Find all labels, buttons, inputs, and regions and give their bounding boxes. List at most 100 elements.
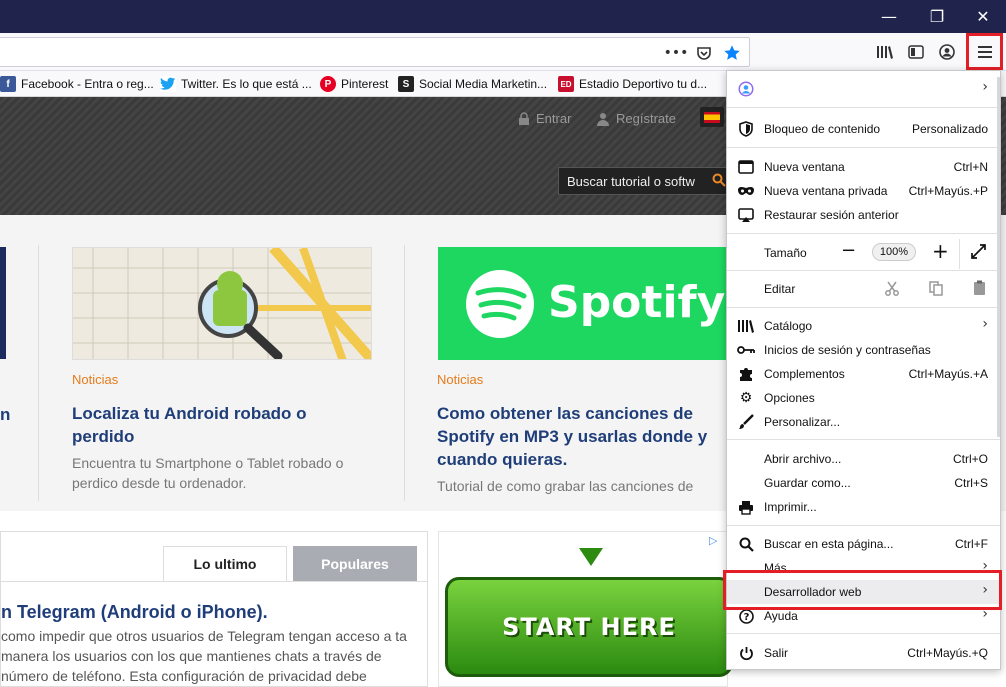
tab-latest[interactable]: Lo ultimo [163, 546, 287, 581]
menu-item-find[interactable]: Buscar en esta página... Ctrl+F [727, 532, 1000, 556]
bookmark-label: Estadio Deportivo tu d... [579, 77, 708, 91]
menu-separator [727, 107, 1000, 108]
menu-item-shortcut: Ctrl+F [955, 537, 988, 551]
more-icon: ••• [663, 45, 689, 61]
chevron-right-icon: › [982, 79, 988, 95]
bookmark-star-button[interactable] [723, 44, 741, 62]
language-selector[interactable] [700, 107, 724, 127]
bookmark-pinterest[interactable]: P Pinterest [320, 75, 388, 93]
bookmark-label: Facebook - Entra o reg... [21, 77, 154, 91]
sidebar-button[interactable] [905, 41, 927, 63]
tab-popular[interactable]: Populares [293, 546, 417, 581]
tab-label: Lo ultimo [193, 556, 257, 572]
article-title[interactable]: n Telegram (Android o iPhone). [1, 602, 268, 623]
menu-item-label: Ayuda [764, 609, 798, 623]
bookmark-facebook[interactable]: f Facebook - Entra o reg... [0, 75, 154, 93]
hamburger-icon [977, 45, 992, 58]
card-title-partial[interactable]: n [0, 403, 10, 426]
shield-icon [737, 120, 755, 138]
card-title[interactable]: Localiza tu Android robado o perdido [72, 402, 372, 448]
fullscreen-icon [971, 244, 986, 259]
maximize-button[interactable]: ❐ [914, 0, 960, 33]
search-placeholder: Buscar tutorial o softw [567, 174, 695, 189]
start-here-button[interactable]: START HERE [445, 577, 733, 677]
spotify-wordmark: Spotify [548, 277, 726, 328]
fullscreen-button[interactable] [971, 244, 986, 262]
account-button[interactable] [936, 41, 958, 63]
advertisement[interactable]: ▷ START HERE [438, 531, 733, 687]
menu-item-label: Nueva ventana privada [764, 184, 888, 198]
menu-item-label: Tamaño [764, 246, 807, 260]
menu-item-account[interactable]: › [727, 77, 1000, 103]
card-category[interactable]: Noticias [437, 372, 483, 387]
page-actions-button[interactable]: ••• [664, 44, 689, 62]
divider [1, 581, 427, 582]
register-link[interactable]: Regístrate [596, 111, 676, 126]
android-map-image[interactable] [72, 247, 372, 360]
menu-item-addons[interactable]: Complementos Ctrl+Mayús.+A [727, 362, 1000, 386]
bookmark-label: Social Media Marketin... [419, 77, 548, 91]
ad-choices-icon[interactable]: ▷ [709, 534, 717, 547]
menu-item-save-as[interactable]: Guardar como... Ctrl+S [727, 471, 1000, 495]
minimize-button[interactable]: — [866, 0, 912, 33]
nav-bar: ••• [0, 33, 1006, 71]
spain-flag-icon [704, 111, 720, 123]
new-window-icon [737, 158, 755, 176]
paste-button[interactable] [973, 280, 986, 299]
cut-button[interactable] [885, 281, 899, 299]
menu-item-content-blocking[interactable]: Bloqueo de contenido Personalizado [727, 117, 1000, 141]
bookmark-estadio-deportivo[interactable]: ED Estadio Deportivo tu d... [558, 75, 707, 93]
menu-item-logins[interactable]: Inicios de sesión y contraseñas [727, 338, 1000, 362]
svg-text:?: ? [743, 612, 749, 623]
pocket-button[interactable] [695, 44, 713, 62]
article-excerpt: como impedir que otros usuarios de Teleg… [1, 628, 407, 684]
spotify-image[interactable]: Spotify [438, 247, 738, 360]
copy-button[interactable] [929, 281, 943, 299]
pocket-icon [697, 47, 711, 60]
open-menu-button[interactable] [966, 33, 1003, 70]
key-icon [737, 341, 755, 359]
user-icon [597, 112, 609, 126]
library-button[interactable] [874, 41, 896, 63]
social-media-icon: S [398, 76, 414, 92]
menu-item-edit: Editar [727, 277, 1000, 301]
library-icon [877, 46, 893, 59]
highlight-box [723, 570, 1002, 610]
arrow-down-icon [579, 548, 603, 566]
search-icon[interactable] [712, 173, 726, 187]
menu-item-restore-session[interactable]: Restaurar sesión anterior [727, 203, 1000, 227]
card-title[interactable]: Como obtener las canciones de Spotify en… [437, 402, 727, 471]
menu-separator [727, 307, 1000, 308]
close-icon: ✕ [976, 7, 990, 26]
card-image-partial[interactable] [0, 247, 6, 359]
sidebar-icon [908, 45, 924, 59]
menu-item-options[interactable]: ⚙ Opciones [727, 386, 1000, 410]
bookmark-social-media[interactable]: S Social Media Marketin... [398, 75, 547, 93]
menu-item-label: Salir [764, 646, 789, 660]
login-link[interactable]: Entrar [518, 111, 571, 126]
menu-item-private-window[interactable]: Nueva ventana privada Ctrl+Mayús.+P [727, 179, 1000, 203]
menu-item-open-file[interactable]: Abrir archivo... Ctrl+O [727, 447, 1000, 471]
menu-item-exit[interactable]: Salir Ctrl+Mayús.+Q [727, 641, 1000, 665]
zoom-reset-button[interactable]: 100% [872, 243, 916, 261]
url-bar[interactable]: ••• [0, 37, 750, 67]
menu-item-customize[interactable]: Personalizar... [727, 410, 1000, 434]
menu-item-print[interactable]: Imprimir... [727, 495, 1000, 519]
close-button[interactable]: ✕ [960, 0, 1006, 33]
menu-item-shortcut: Ctrl+Mayús.+Q [907, 646, 988, 660]
zoom-out-button[interactable]: − [841, 240, 856, 261]
menu-item-label: Complementos [764, 367, 845, 381]
zoom-in-button[interactable]: + [932, 239, 949, 263]
map-illustration [73, 248, 371, 359]
menu-item-new-window[interactable]: Nueva ventana Ctrl+N [727, 155, 1000, 179]
estadio-deportivo-icon: ED [558, 76, 574, 92]
bookmark-twitter[interactable]: Twitter. Es lo que está ... [160, 75, 312, 93]
card-category[interactable]: Noticias [72, 372, 118, 387]
account-icon [737, 80, 755, 98]
menu-item-library[interactable]: Catálogo › [727, 314, 1000, 338]
menu-separator [727, 633, 1000, 634]
site-search-input[interactable]: Buscar tutorial o softw [558, 167, 738, 195]
account-icon [939, 44, 955, 60]
menu-scrollbar[interactable] [997, 77, 1000, 437]
menu-item-label: Editar [764, 282, 796, 296]
